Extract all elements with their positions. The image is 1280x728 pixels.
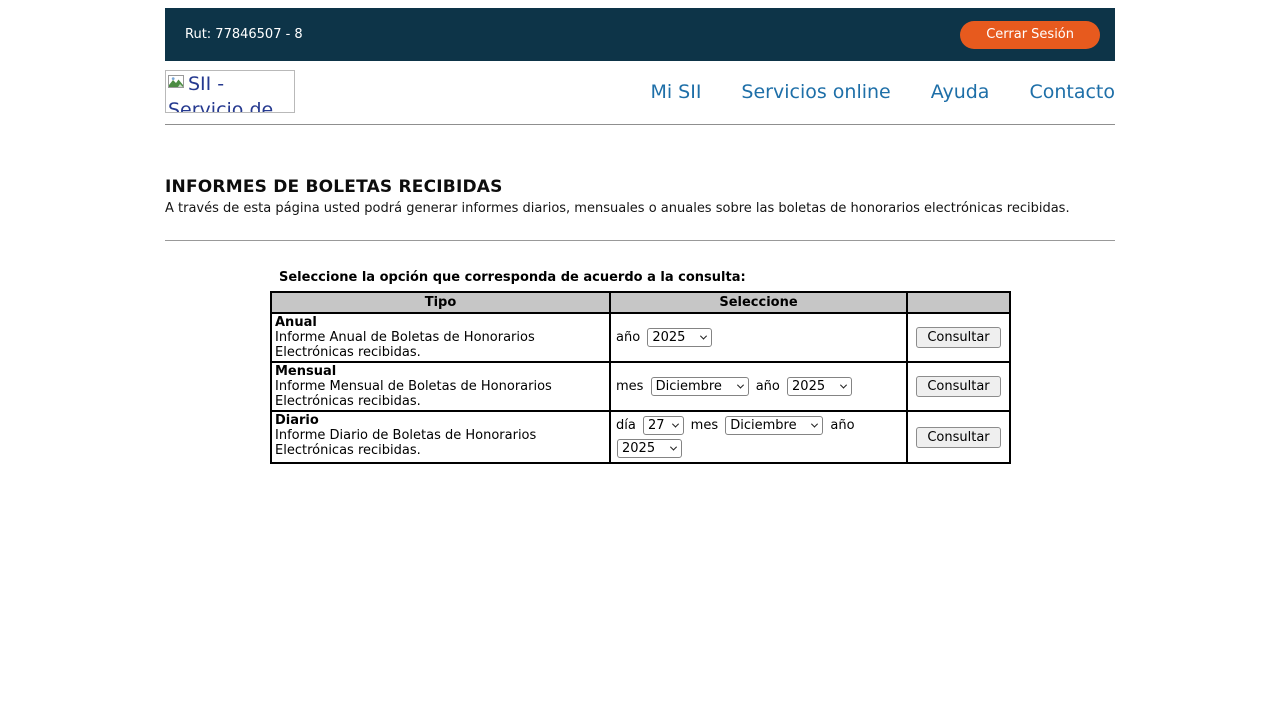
nav-item-mi-sii[interactable]: Mi SII xyxy=(650,81,701,103)
anual-year-value: 2025 xyxy=(652,330,685,345)
anual-title: Anual xyxy=(275,315,606,330)
chevron-down-icon xyxy=(700,333,707,340)
main-navigation: Mi SII Servicios online Ayuda Contacto xyxy=(650,81,1115,103)
consultar-button-mensual[interactable]: Consultar xyxy=(916,376,1000,397)
page-subtitle: A través de esta página usted podrá gene… xyxy=(165,201,1115,216)
diario-description: Informe Diario de Boletas de Honorarios … xyxy=(275,428,606,458)
logout-button[interactable]: Cerrar Sesión xyxy=(960,21,1100,49)
diario-year-label: año xyxy=(830,418,854,433)
diario-title: Diario xyxy=(275,413,606,428)
mensual-month-select[interactable]: Diciembre xyxy=(651,377,749,396)
table-header-row: Tipo Seleccione xyxy=(271,292,1010,313)
mensual-year-value: 2025 xyxy=(792,379,825,394)
nav-item-ayuda[interactable]: Ayuda xyxy=(931,81,990,103)
anual-year-label: año xyxy=(616,330,640,345)
diario-day-select[interactable]: 27 xyxy=(643,416,684,435)
anual-year-select[interactable]: 2025 xyxy=(647,328,712,347)
chevron-down-icon xyxy=(737,382,744,389)
nav-item-servicios-online[interactable]: Servicios online xyxy=(741,81,890,103)
consulta-prompt: Seleccione la opción que corresponda de … xyxy=(270,270,1010,285)
session-bar: Rut: 77846507 - 8 Cerrar Sesión xyxy=(165,8,1115,61)
mensual-description: Informe Mensual de Boletas de Honorarios… xyxy=(275,379,606,409)
diario-year-value: 2025 xyxy=(622,441,655,456)
chevron-down-icon xyxy=(811,421,818,428)
diario-year-select[interactable]: 2025 xyxy=(617,439,682,458)
page-container: Rut: 77846507 - 8 Cerrar Sesión SII - Se… xyxy=(165,8,1115,464)
diario-month-value: Diciembre xyxy=(730,418,796,433)
table-row-diario: Diario Informe Diario de Boletas de Hono… xyxy=(271,411,1010,463)
mensual-month-value: Diciembre xyxy=(656,379,722,394)
chevron-down-icon xyxy=(670,444,677,451)
chevron-down-icon xyxy=(671,421,678,428)
consultar-button-anual[interactable]: Consultar xyxy=(916,327,1000,348)
diario-month-label: mes xyxy=(691,418,718,433)
sii-logo-broken-image[interactable]: SII - Servicio de xyxy=(165,70,295,113)
diario-day-label: día xyxy=(616,418,636,433)
broken-image-icon xyxy=(168,74,186,98)
column-header-tipo: Tipo xyxy=(271,292,610,313)
diario-day-value: 27 xyxy=(648,418,665,433)
table-row-mensual: Mensual Informe Mensual de Boletas de Ho… xyxy=(271,362,1010,411)
mensual-month-label: mes xyxy=(616,379,643,394)
column-header-seleccione: Seleccione xyxy=(610,292,907,313)
report-options-table: Tipo Seleccione Anual Informe Anual de B… xyxy=(270,291,1011,464)
consulta-section: Seleccione la opción que corresponda de … xyxy=(270,270,1010,464)
column-header-action xyxy=(907,292,1010,313)
table-row-anual: Anual Informe Anual de Boletas de Honora… xyxy=(271,313,1010,362)
header-divider xyxy=(165,124,1115,125)
mensual-year-label: año xyxy=(756,379,780,394)
consultar-button-diario[interactable]: Consultar xyxy=(916,427,1000,448)
nav-item-contacto[interactable]: Contacto xyxy=(1029,81,1115,103)
anual-description: Informe Anual de Boletas de Honorarios E… xyxy=(275,330,606,360)
site-header: SII - Servicio de Mi SII Servicios onlin… xyxy=(165,70,1115,113)
page-title: INFORMES DE BOLETAS RECIBIDAS xyxy=(165,177,1115,197)
content-divider xyxy=(165,240,1115,241)
mensual-title: Mensual xyxy=(275,364,606,379)
chevron-down-icon xyxy=(840,382,847,389)
rut-label: Rut: 77846507 - 8 xyxy=(185,27,303,42)
diario-month-select[interactable]: Diciembre xyxy=(725,416,823,435)
mensual-year-select[interactable]: 2025 xyxy=(787,377,852,396)
